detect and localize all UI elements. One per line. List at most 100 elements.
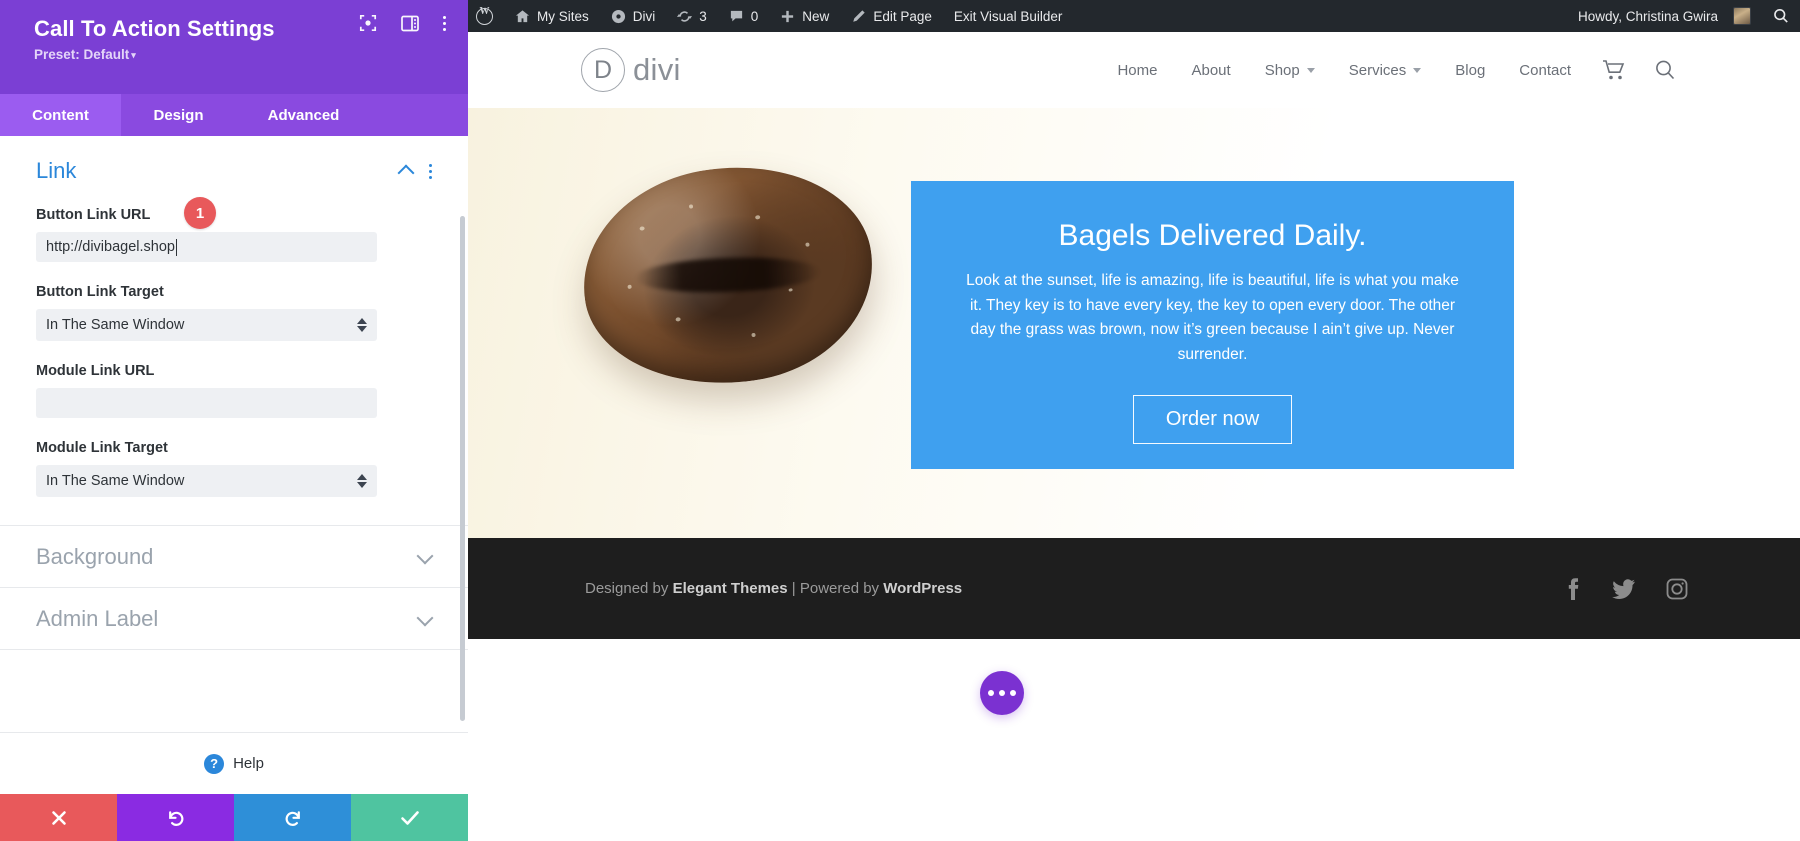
search-icon[interactable] [1640,59,1690,81]
wordpress-logo-icon [476,8,493,25]
button-link-target-select[interactable]: In The Same Window [36,309,377,341]
hero-section: Bagels Delivered Daily. Look at the suns… [468,108,1800,538]
screen-root: D divi Home About Shop Services [0,0,1800,841]
save-button[interactable] [351,794,468,841]
nav-item-blog[interactable]: Blog [1438,62,1502,79]
footer-brand-elegant-themes[interactable]: Elegant Themes [673,580,788,597]
adminbar-my-sites[interactable]: My Sites [504,0,600,32]
divi-icon [611,9,626,24]
adminbar-label: 0 [751,9,759,24]
twitter-icon[interactable] [1612,578,1636,600]
adminbar-divi[interactable]: Divi [600,0,667,32]
section-admin-label[interactable]: Admin Label [0,587,468,649]
section-background[interactable]: Background [0,525,468,587]
nav-item-shop[interactable]: Shop [1248,62,1332,79]
field-module-link-url: Module Link URL [36,362,432,418]
nav-label: Shop [1265,62,1300,79]
stepper-arrows-icon [357,318,367,332]
field-label: Button Link Target [36,284,164,300]
module-link-url-input[interactable] [36,388,377,418]
footer-brand-wordpress[interactable]: WordPress [883,580,962,597]
nav-item-contact[interactable]: Contact [1502,62,1588,79]
adminbar-comments[interactable]: 0 [718,0,770,32]
panel-preset[interactable]: Preset: Default▾ [34,47,446,62]
adminbar-search[interactable] [1762,0,1800,32]
tab-design[interactable]: Design [121,94,236,136]
section-background-title: Background [36,544,153,570]
adminbar-exit-visual-builder[interactable]: Exit Visual Builder [943,0,1074,32]
stepper-arrows-icon [357,474,367,488]
cta-body-text: Look at the sunset, life is amazing, lif… [963,269,1463,367]
section-link-title: Link [36,158,76,184]
section-link: Link Button Link URL 1 http://divibage [0,136,468,497]
panel-scroll-area: Link Button Link URL 1 http://divibage [0,136,468,732]
button-link-url-input[interactable]: http://divibagel.shop [36,232,377,262]
panel-header-icons [359,14,446,32]
footer-credit: Designed by Elegant Themes | Powered by … [585,580,962,597]
adminbar-new[interactable]: New [769,0,840,32]
adminbar-label: My Sites [537,9,589,24]
adminbar-label: 3 [699,9,707,24]
tab-advanced[interactable]: Advanced [236,94,371,136]
panel-tabs: Content Design Advanced [0,94,468,136]
field-button-link-target: Button Link Target In The Same Window [36,283,432,341]
adminbar-updates[interactable]: 3 [666,0,718,32]
section-link-controls [399,164,432,179]
section-more-vertical-icon[interactable] [429,164,432,179]
site-brand[interactable]: D divi [581,48,681,92]
cancel-button[interactable] [0,794,117,841]
adminbar-howdy[interactable]: Howdy, Christina Gwira [1567,0,1762,32]
site-preview: D divi Home About Shop Services [468,0,1800,841]
help-button[interactable]: ? Help [0,732,468,794]
adminbar-label: New [802,9,829,24]
nav-item-about[interactable]: About [1174,62,1247,79]
more-vertical-icon[interactable] [443,16,446,31]
plus-icon [780,9,795,24]
undo-button[interactable] [117,794,234,841]
adminbar-edit-page[interactable]: Edit Page [840,0,943,32]
bagel-product-image [569,149,886,402]
tab-content[interactable]: Content [0,94,121,136]
layout-panel-icon[interactable] [401,15,419,32]
chevron-up-icon[interactable] [399,164,413,178]
cart-icon[interactable] [1588,59,1640,81]
nav-label: Blog [1455,62,1485,79]
updates-icon [677,9,692,24]
footer-social-list [1562,577,1688,601]
page-remainder [468,639,1800,841]
facebook-icon[interactable] [1562,577,1582,601]
module-link-target-select[interactable]: In The Same Window [36,465,377,497]
cta-module: Bagels Delivered Daily. Look at the suns… [911,181,1514,469]
focus-target-icon[interactable] [359,14,377,32]
cta-title: Bagels Delivered Daily. [1059,219,1367,253]
section-admin-label-title: Admin Label [36,606,158,632]
chevron-down-icon[interactable] [418,550,432,564]
brand-text: divi [633,52,681,88]
chevron-down-icon[interactable] [418,612,432,626]
nav-label: Contact [1519,62,1571,79]
divi-logo-icon: D [581,48,625,92]
chevron-down-icon [1413,68,1421,73]
panel-body: Link Button Link URL 1 http://divibage [0,136,468,732]
nav-label: Home [1117,62,1157,79]
select-value: In The Same Window [46,473,184,489]
sites-icon [515,9,530,24]
adminbar-wordpress-logo[interactable] [468,0,504,32]
redo-button[interactable] [234,794,351,841]
site-nav: Home About Shop Services Blog Contact [1100,59,1690,81]
instagram-icon[interactable] [1666,578,1688,600]
wp-admin-bar: My Sites Divi 3 0 [407,0,1800,32]
nav-item-home[interactable]: Home [1100,62,1174,79]
cta-order-now-button[interactable]: Order now [1133,395,1292,444]
help-icon: ? [204,754,224,774]
divi-menu-fab[interactable] [980,671,1024,715]
field-label: Module Link URL [36,363,154,379]
field-button-link-url: Button Link URL 1 http://divibagel.shop [36,206,432,262]
help-label: Help [233,755,264,772]
panel-scrollbar[interactable] [460,216,465,721]
footer-prefix: Designed by [585,580,673,597]
nav-item-services[interactable]: Services [1332,62,1439,79]
nav-label: About [1191,62,1230,79]
step-badge-1: 1 [184,197,216,229]
section-link-header[interactable]: Link [36,158,432,184]
